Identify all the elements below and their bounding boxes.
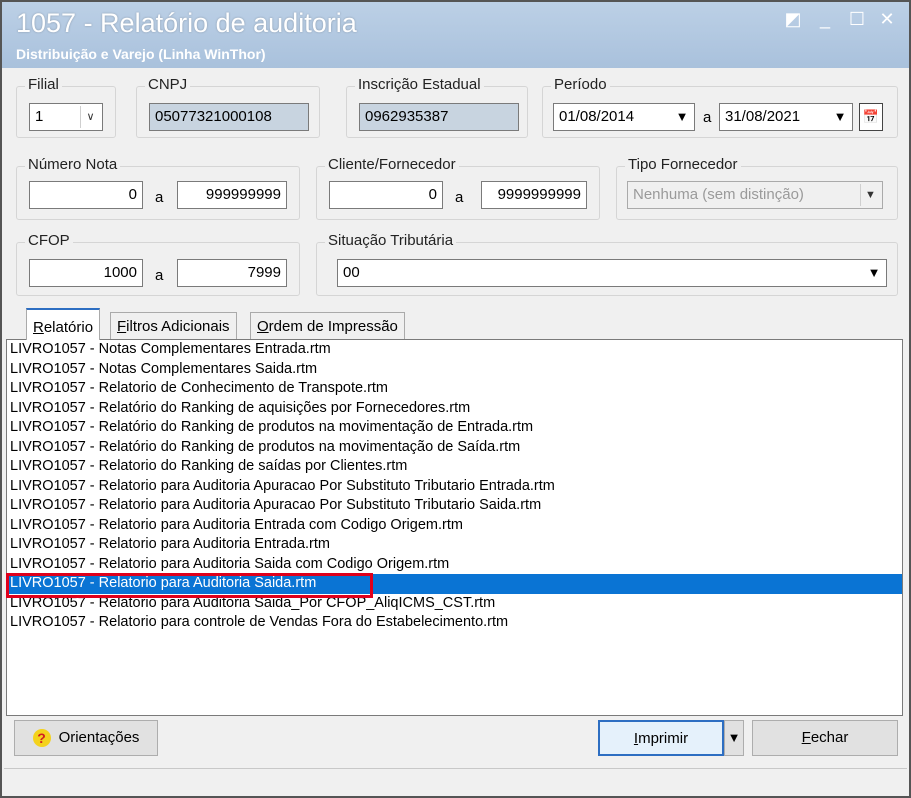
list-item[interactable]: LIVRO1057 - Relatório do Ranking de prod… bbox=[7, 418, 902, 438]
tab-relatorio[interactable]: Relatório bbox=[26, 308, 101, 340]
periodo-start-value: 01/08/2014 bbox=[559, 108, 635, 125]
list-item[interactable]: LIVRO1057 - Relatorio para Auditoria Ent… bbox=[7, 535, 902, 555]
periodo-end-field[interactable]: 31/08/2021 ▼ bbox=[719, 103, 853, 131]
minimize-icon[interactable]: _ bbox=[814, 8, 836, 30]
imprimir-button[interactable]: Imprimir bbox=[598, 720, 724, 756]
report-list[interactable]: LIVRO1057 - Notas Complementares Entrada… bbox=[6, 339, 903, 716]
tipo-fornecedor-label: Tipo Fornecedor bbox=[625, 156, 741, 173]
cfop-to-field[interactable]: 7999 bbox=[177, 259, 287, 287]
list-item[interactable]: LIVRO1057 - Relatorio para Auditoria Sai… bbox=[7, 555, 902, 575]
fechar-button[interactable]: Fechar bbox=[752, 720, 898, 756]
cfop-group: CFOP 1000 a 7999 bbox=[16, 232, 300, 296]
window-title: 1057 - Relatório de auditoria bbox=[16, 8, 357, 38]
tipo-fornecedor-group: Tipo Fornecedor Nenhuma (sem distinção) … bbox=[616, 156, 898, 220]
tab-relatorio-accesskey: R bbox=[33, 319, 44, 336]
calendar-icon[interactable]: 📅 bbox=[859, 103, 883, 131]
list-item[interactable]: LIVRO1057 - Relatorio do Ranking de saíd… bbox=[7, 457, 902, 477]
cfop-from-field[interactable]: 1000 bbox=[29, 259, 143, 287]
list-item[interactable]: LIVRO1057 - Relatorio de Conhecimento de… bbox=[7, 379, 902, 399]
filial-value: 1 bbox=[35, 108, 44, 125]
list-item[interactable]: LIVRO1057 - Relatorio para Auditoria Apu… bbox=[7, 496, 902, 516]
tab-ordem-label: rdem de Impressão bbox=[268, 318, 398, 335]
numero-nota-from-field[interactable]: 0 bbox=[29, 181, 143, 209]
periodo-end-value: 31/08/2021 bbox=[725, 108, 801, 125]
situacao-tributaria-value: 00 bbox=[343, 264, 360, 281]
dropdown-arrow-icon: ▼ bbox=[727, 730, 741, 745]
list-item[interactable]: LIVRO1057 - Relatório do Ranking de aqui… bbox=[7, 399, 902, 419]
numero-nota-label: Número Nota bbox=[25, 156, 121, 173]
periodo-separator: a bbox=[703, 109, 712, 126]
filial-label: Filial bbox=[25, 76, 62, 93]
chevron-down-icon[interactable]: ∨ bbox=[80, 106, 100, 128]
cfop-label: CFOP bbox=[25, 232, 73, 249]
list-item[interactable]: LIVRO1057 - Relatorio para Auditoria Sai… bbox=[7, 594, 902, 614]
tipo-fornecedor-select[interactable]: Nenhuma (sem distinção) ▼ bbox=[627, 181, 883, 209]
numero-nota-group: Número Nota 0 a 999999999 bbox=[16, 156, 300, 220]
main-panel: Filial 1 ∨ CNPJ 05077321000108 Inscrição… bbox=[2, 68, 909, 796]
list-item[interactable]: LIVRO1057 - Relatorio para controle de V… bbox=[7, 613, 902, 633]
chevron-down-icon[interactable]: ▼ bbox=[860, 184, 880, 206]
window-subtitle: Distribuição e Varejo (Linha WinThor) bbox=[16, 46, 266, 62]
list-item[interactable]: LIVRO1057 - Relatório do Ranking de prod… bbox=[7, 438, 902, 458]
list-item[interactable]: LIVRO1057 - Relatorio para Auditoria Sai… bbox=[7, 574, 902, 594]
close-icon[interactable]: ✕ bbox=[876, 8, 898, 30]
tipo-fornecedor-value: Nenhuma (sem distinção) bbox=[633, 186, 804, 203]
cfop-separator: a bbox=[155, 267, 164, 284]
cnpj-group: CNPJ 05077321000108 bbox=[136, 76, 320, 138]
app-window: 1057 - Relatório de auditoria Distribuiç… bbox=[0, 0, 911, 798]
tab-filtros-adicionais[interactable]: Filtros Adicionais bbox=[110, 312, 237, 340]
maximize-icon[interactable]: ☐ bbox=[846, 8, 868, 30]
numero-nota-to-field[interactable]: 999999999 bbox=[177, 181, 287, 209]
tab-relatorio-label: elatório bbox=[43, 319, 94, 336]
dropdown-arrow-icon[interactable]: ▼ bbox=[830, 106, 850, 128]
list-item[interactable]: LIVRO1057 - Notas Complementares Saida.r… bbox=[7, 360, 902, 380]
tab-ordem-impressao[interactable]: Ordem de Impressão bbox=[250, 312, 405, 340]
inscricao-label: Inscrição Estadual bbox=[355, 76, 484, 93]
cliente-to-field[interactable]: 9999999999 bbox=[481, 181, 587, 209]
status-bar bbox=[4, 768, 907, 794]
tab-ordem-accesskey: O bbox=[257, 318, 269, 335]
periodo-group: Período 01/08/2014 ▼ a 31/08/2021 ▼ 📅 bbox=[542, 76, 898, 138]
periodo-start-field[interactable]: 01/08/2014 ▼ bbox=[553, 103, 695, 131]
situacao-tributaria-label: Situação Tributária bbox=[325, 232, 457, 249]
tab-filtros-label: iltros Adicionais bbox=[126, 318, 230, 335]
cnpj-field[interactable]: 05077321000108 bbox=[149, 103, 309, 131]
dropdown-arrow-icon[interactable]: ▼ bbox=[672, 106, 692, 128]
fechar-label: echar bbox=[810, 729, 849, 746]
title-bar[interactable]: 1057 - Relatório de auditoria Distribuiç… bbox=[2, 2, 909, 68]
help-icon: ? bbox=[32, 729, 51, 748]
cliente-fornecedor-group: Cliente/Fornecedor 0 a 9999999999 bbox=[316, 156, 600, 220]
inscricao-group: Inscrição Estadual 0962935387 bbox=[346, 76, 528, 138]
orientacoes-label: Orientações bbox=[58, 729, 140, 746]
cliente-separator: a bbox=[455, 189, 464, 206]
filial-group: Filial 1 ∨ bbox=[16, 76, 116, 138]
numero-nota-separator: a bbox=[155, 189, 164, 206]
inscricao-field[interactable]: 0962935387 bbox=[359, 103, 519, 131]
fechar-accesskey: F bbox=[801, 729, 811, 746]
cnpj-label: CNPJ bbox=[145, 76, 191, 93]
imprimir-dropdown-button[interactable]: ▼ bbox=[724, 720, 744, 756]
cliente-fornecedor-label: Cliente/Fornecedor bbox=[325, 156, 459, 173]
situacao-tributaria-select[interactable]: 00 ▼ bbox=[337, 259, 887, 287]
restore-icon[interactable]: ◩ bbox=[782, 8, 804, 30]
imprimir-label: mprimir bbox=[638, 730, 689, 747]
filial-select[interactable]: 1 ∨ bbox=[29, 103, 103, 131]
list-item[interactable]: LIVRO1057 - Relatorio para Auditoria Apu… bbox=[7, 477, 902, 497]
situacao-tributaria-group: Situação Tributária 00 ▼ bbox=[316, 232, 898, 296]
list-item[interactable]: LIVRO1057 - Notas Complementares Entrada… bbox=[7, 340, 902, 360]
orientacoes-button[interactable]: ? Orientações bbox=[14, 720, 158, 756]
dropdown-arrow-icon[interactable]: ▼ bbox=[864, 262, 884, 284]
list-item[interactable]: LIVRO1057 - Relatorio para Auditoria Ent… bbox=[7, 516, 902, 536]
cliente-from-field[interactable]: 0 bbox=[329, 181, 443, 209]
tab-filtros-accesskey: F bbox=[117, 318, 127, 335]
periodo-label: Período bbox=[551, 76, 610, 93]
